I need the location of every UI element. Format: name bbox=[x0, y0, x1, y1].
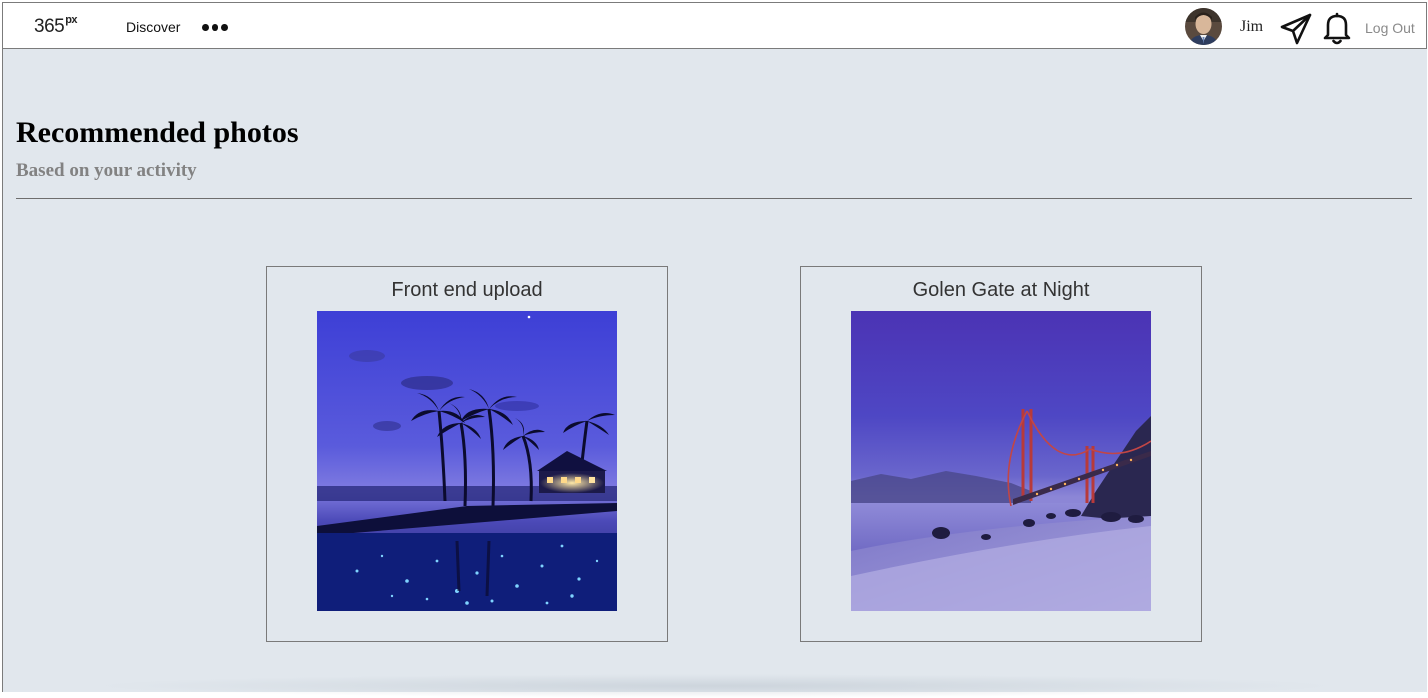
logo-text: 365 bbox=[34, 16, 65, 37]
more-dots-icon[interactable] bbox=[202, 22, 229, 32]
photo-thumbnail[interactable] bbox=[317, 311, 617, 611]
user-avatar[interactable] bbox=[1185, 8, 1222, 45]
page-background bbox=[2, 2, 1427, 692]
page-title: Recommended photos bbox=[16, 116, 299, 149]
top-navbar: 365px Discover Jim Log Out bbox=[2, 2, 1427, 49]
page-subtitle: Based on your activity bbox=[16, 160, 197, 181]
photo-card[interactable]: Golen Gate at Night bbox=[800, 266, 1202, 642]
avatar-image bbox=[1185, 8, 1222, 45]
dot bbox=[211, 23, 219, 31]
dot bbox=[202, 23, 209, 31]
user-name[interactable]: Jim bbox=[1240, 18, 1263, 36]
dot bbox=[221, 23, 229, 31]
paper-plane-icon[interactable] bbox=[1279, 12, 1313, 46]
photo-card[interactable]: Front end upload bbox=[266, 266, 668, 642]
photo-thumbnail[interactable] bbox=[851, 311, 1151, 611]
photo-card-title: Front end upload bbox=[391, 279, 543, 301]
logout-link[interactable]: Log Out bbox=[1365, 20, 1415, 36]
site-logo[interactable]: 365px bbox=[34, 14, 78, 38]
bell-icon[interactable] bbox=[1321, 11, 1353, 45]
photo-card-title: Golen Gate at Night bbox=[912, 279, 1090, 301]
bottom-shadow bbox=[90, 674, 1340, 698]
header-divider bbox=[16, 198, 1412, 199]
nav-discover-link[interactable]: Discover bbox=[126, 19, 180, 35]
logo-superscript: px bbox=[65, 14, 78, 26]
